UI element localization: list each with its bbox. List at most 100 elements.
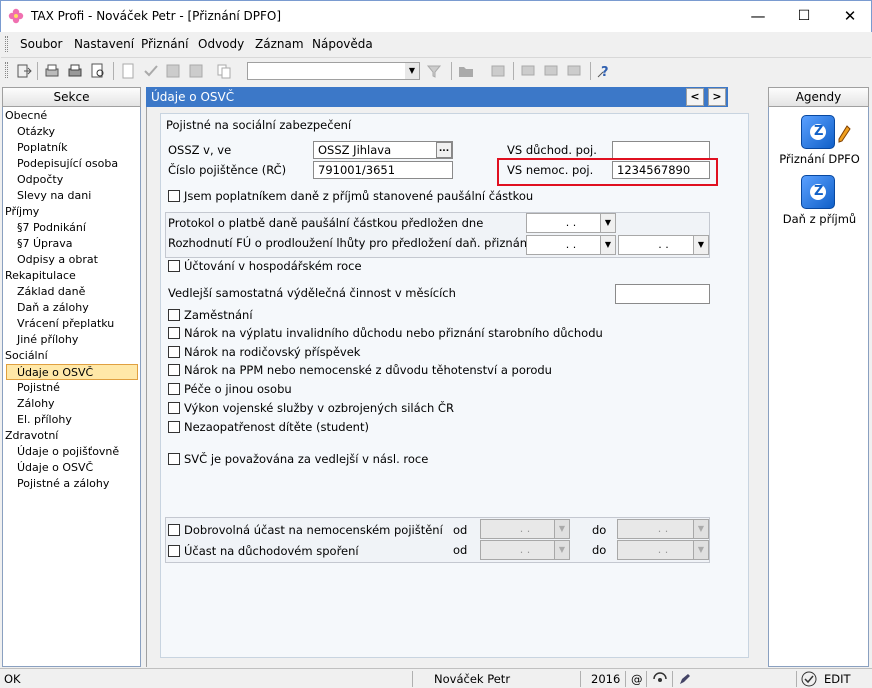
pausal-checkbox[interactable] bbox=[168, 190, 180, 202]
sekce-item[interactable]: Údaje o OSVČ bbox=[3, 460, 140, 476]
priznani-dpfo-icon[interactable]: Z bbox=[801, 115, 835, 149]
message-icon[interactable] bbox=[519, 62, 537, 80]
menu-nastaveni[interactable]: Nastavení bbox=[74, 37, 134, 51]
duchodove-do-date[interactable]: . . ▼ bbox=[617, 540, 709, 560]
close-button[interactable]: ✕ bbox=[827, 1, 872, 31]
sekce-item[interactable]: Obecné bbox=[3, 108, 140, 124]
sekce-item[interactable]: Pojistné a zálohy bbox=[3, 476, 140, 492]
check-zamestnani-label: Zaměstnání bbox=[184, 308, 253, 322]
check-ppm[interactable] bbox=[168, 364, 180, 376]
chevron-down-icon[interactable]: ▼ bbox=[600, 214, 615, 232]
ok-check-icon bbox=[801, 671, 817, 687]
list-icon[interactable] bbox=[489, 62, 507, 80]
print-preview-icon[interactable] bbox=[43, 62, 61, 80]
dobrovolna-checkbox[interactable] bbox=[168, 524, 180, 536]
menu-priznani[interactable]: Přiznání bbox=[141, 37, 189, 51]
chevron-down-icon[interactable]: ▼ bbox=[554, 520, 569, 538]
window-title: TAX Profi - Nováček Petr - [Přiznání DPF… bbox=[31, 9, 281, 23]
vedlejsi-input[interactable] bbox=[615, 284, 710, 304]
copy-icon[interactable] bbox=[215, 62, 233, 80]
svc-checkbox[interactable] bbox=[168, 453, 180, 465]
next-section-button[interactable]: > bbox=[708, 88, 726, 106]
sekce-item[interactable]: Odpisy a obrat bbox=[3, 252, 140, 268]
message3-icon[interactable] bbox=[565, 62, 583, 80]
minimize-button[interactable]: — bbox=[735, 1, 781, 31]
vs-duchod-input[interactable] bbox=[612, 141, 710, 159]
save-all-icon[interactable] bbox=[187, 62, 205, 80]
dobrovolna-do-date[interactable]: . . ▼ bbox=[617, 519, 709, 539]
uctovani-checkbox[interactable] bbox=[168, 260, 180, 272]
sekce-item[interactable]: §7 Úprava bbox=[3, 236, 140, 252]
check-ppm-label: Nárok na PPM nebo nemocenské z důvodu tě… bbox=[184, 363, 552, 377]
sekce-item[interactable]: Poplatník bbox=[3, 140, 140, 156]
rozhodnuti-date-2[interactable]: . . ▼ bbox=[618, 235, 709, 255]
sekce-item[interactable]: Zálohy bbox=[3, 396, 140, 412]
check-pece[interactable] bbox=[168, 383, 180, 395]
sekce-item[interactable]: Podepisující osoba bbox=[3, 156, 140, 172]
sekce-item[interactable]: Příjmy bbox=[3, 204, 140, 220]
sekce-item[interactable]: Pojistné bbox=[3, 380, 140, 396]
preview-icon[interactable] bbox=[89, 62, 107, 80]
menu-grip[interactable] bbox=[5, 36, 8, 52]
check-invalidni[interactable] bbox=[168, 327, 180, 339]
check-vojenska-label: Výkon vojenské služby v ozbrojených silá… bbox=[184, 401, 454, 415]
chevron-down-icon[interactable]: ▼ bbox=[693, 541, 708, 559]
duchodove-checkbox[interactable] bbox=[168, 545, 180, 557]
prev-section-button[interactable]: < bbox=[686, 88, 704, 106]
dan-z-prijmu-icon[interactable]: Z bbox=[801, 175, 835, 209]
menu-odvody[interactable]: Odvody bbox=[198, 37, 244, 51]
chevron-down-icon[interactable]: ▼ bbox=[693, 236, 708, 254]
toolbar-combo[interactable]: ▼ bbox=[247, 62, 420, 80]
ossz-input[interactable]: OSSZ Jihlava bbox=[313, 141, 453, 159]
filter-icon[interactable] bbox=[425, 62, 443, 80]
sekce-item[interactable]: Otázky bbox=[3, 124, 140, 140]
sekce-item[interactable]: Vrácení přeplatku bbox=[3, 316, 140, 332]
chevron-down-icon[interactable]: ▼ bbox=[600, 236, 615, 254]
sekce-item[interactable]: Odpočty bbox=[3, 172, 140, 188]
check-student-label: Nezaopatřenost dítěte (student) bbox=[184, 420, 369, 434]
toolbar-grip[interactable] bbox=[5, 62, 8, 78]
agenda-priznani-dpfo[interactable]: Přiznání DPFO bbox=[769, 152, 870, 166]
protokol-date[interactable]: . . ▼ bbox=[526, 213, 616, 233]
dobrovolna-od-date[interactable]: . . ▼ bbox=[480, 519, 570, 539]
sekce-item[interactable]: El. přílohy bbox=[3, 412, 140, 428]
menu-napoveda[interactable]: Nápověda bbox=[312, 37, 373, 51]
maximize-button[interactable]: ☐ bbox=[781, 1, 827, 31]
check-rodicovsky[interactable] bbox=[168, 346, 180, 358]
check-vojenska[interactable] bbox=[168, 402, 180, 414]
exit-icon[interactable] bbox=[15, 62, 33, 80]
menu-soubor[interactable]: Soubor bbox=[20, 37, 62, 51]
print-icon[interactable] bbox=[66, 62, 84, 80]
sekce-item[interactable]: §7 Podnikání bbox=[3, 220, 140, 236]
dobrovolna-do-label: do bbox=[592, 523, 607, 537]
help-icon[interactable]: ? bbox=[596, 62, 614, 80]
new-icon[interactable] bbox=[119, 62, 137, 80]
folder-icon[interactable] bbox=[457, 62, 475, 80]
menu-zaznam[interactable]: Záznam bbox=[255, 37, 304, 51]
check-student[interactable] bbox=[168, 421, 180, 433]
sekce-item[interactable]: Základ daně bbox=[3, 284, 140, 300]
chevron-down-icon[interactable]: ▼ bbox=[405, 63, 419, 79]
check-icon[interactable] bbox=[142, 62, 160, 80]
sekce-item[interactable]: Daň a zálohy bbox=[3, 300, 140, 316]
sekce-item[interactable]: Údaje o OSVČ bbox=[6, 364, 138, 380]
sekce-item[interactable]: Jiné přílohy bbox=[3, 332, 140, 348]
duchodove-od-date[interactable]: . . ▼ bbox=[480, 540, 570, 560]
agenda-dan-z-prijmu[interactable]: Daň z příjmů bbox=[769, 212, 870, 226]
sekce-item[interactable]: Sociální bbox=[3, 348, 140, 364]
save-icon[interactable] bbox=[164, 62, 182, 80]
uctovani-label: Účtování v hospodářském roce bbox=[184, 259, 362, 273]
sekce-item[interactable]: Rekapitulace bbox=[3, 268, 140, 284]
sekce-item[interactable]: Údaje o pojišťovně bbox=[3, 444, 140, 460]
check-zamestnani[interactable] bbox=[168, 309, 180, 321]
cislo-input[interactable]: 791001/3651 bbox=[313, 161, 453, 179]
chevron-down-icon[interactable]: ▼ bbox=[693, 520, 708, 538]
chevron-down-icon[interactable]: ▼ bbox=[554, 541, 569, 559]
vedlejsi-label: Vedlejší samostatná výdělečná činnost v … bbox=[168, 286, 456, 300]
rozhodnuti-date-1[interactable]: . . ▼ bbox=[526, 235, 616, 255]
sekce-item[interactable]: Slevy na dani bbox=[3, 188, 140, 204]
pencil-icon bbox=[838, 125, 851, 143]
sekce-item[interactable]: Zdravotní bbox=[3, 428, 140, 444]
message2-icon[interactable] bbox=[542, 62, 560, 80]
ossz-browse-button[interactable]: ... bbox=[436, 142, 452, 158]
